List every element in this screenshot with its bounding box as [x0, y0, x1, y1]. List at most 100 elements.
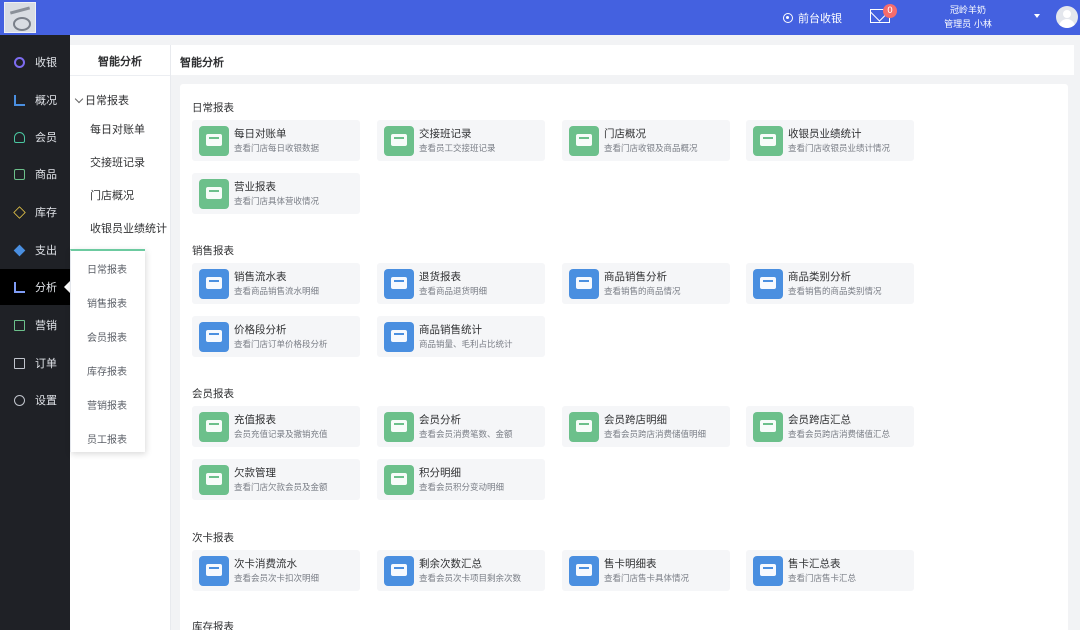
report-title: 欠款管理 — [234, 467, 276, 479]
report-description: 查看门店订单价格段分析 — [234, 340, 328, 350]
report-panel: 日常报表 每日对账单 查看门店每日收银数据 交接班记录 查看员工交接班记录 门店概况 查看门… — [180, 84, 1068, 630]
subnav-group-daily[interactable]: 日常报表 — [74, 92, 129, 108]
sidebar-item-3[interactable]: 商品 — [0, 156, 70, 192]
report-card[interactable]: 每日对账单查看门店每日收银数据 — [192, 120, 360, 161]
report-icon — [384, 465, 414, 495]
sidebar-item-1[interactable]: 概况 — [0, 82, 70, 118]
sidebar-item-label: 库存 — [35, 206, 57, 219]
report-icon — [384, 322, 414, 352]
user-role-name: 管理员 小林 — [944, 20, 992, 30]
popup-item-stock[interactable]: 库存报表 — [87, 363, 127, 378]
report-description: 会员充值记录及撤销充值 — [234, 430, 328, 440]
report-icon — [753, 269, 783, 299]
report-card[interactable]: 会员分析 查看会员消费笔数、金额 — [377, 406, 545, 447]
report-description: 查看会员跨店消费储值汇总 — [788, 430, 891, 440]
report-card[interactable]: 营业报表 查看门店具体营收情况 — [192, 173, 360, 214]
order-icon — [14, 357, 25, 369]
report-card[interactable]: 商品销售统计 商品销量、毛利占比统计 — [377, 316, 545, 357]
report-card[interactable]: 次卡消费流水 查看会员次卡扣次明细 — [192, 550, 360, 591]
report-title: 次卡消费流水 — [234, 558, 297, 570]
report-icon — [199, 556, 229, 586]
divider — [70, 75, 170, 76]
sidebar-item-4[interactable]: 库存 — [0, 194, 70, 230]
subnav-item-daily-statement[interactable]: 每日对账单 — [90, 121, 145, 137]
subnav-item-shift-record[interactable]: 交接班记录 — [90, 154, 145, 170]
report-icon — [753, 556, 783, 586]
report-icon — [753, 412, 783, 442]
store-name: 冠岭羊奶 — [949, 6, 986, 16]
report-title: 会员跨店明细 — [604, 414, 667, 426]
popup-item-marketing[interactable]: 营销报表 — [87, 397, 127, 412]
report-card[interactable]: 商品类别分析 查看销售的商品类别情况 — [746, 263, 914, 304]
subnav-item-store-overview[interactable]: 门店概况 — [90, 187, 134, 203]
report-card[interactable]: 会员跨店汇总查看会员跨店消费储值汇总 — [746, 406, 914, 447]
store-logo[interactable] — [4, 2, 36, 33]
report-icon — [384, 269, 414, 299]
report-icon — [199, 179, 229, 209]
report-icon — [753, 126, 783, 156]
report-card[interactable]: 剩余次数汇总 查看会员次卡项目剩余次数 — [377, 550, 545, 591]
report-description: 查看商品销售流水明细 — [234, 287, 320, 297]
sidebar-item-5[interactable]: 支出 — [0, 232, 70, 268]
popup-item-daily[interactable]: 日常报表 — [87, 261, 127, 276]
report-card[interactable]: 退货报表 查看商品退货明细 — [377, 263, 545, 304]
goods-icon — [14, 168, 25, 180]
report-description: 查看会员积分变动明细 — [419, 483, 505, 493]
report-description: 商品销量、毛利占比统计 — [419, 340, 513, 350]
report-title: 价格段分析 — [234, 324, 287, 336]
report-card[interactable]: 售卡明细表 查看门店售卡具体情况 — [562, 550, 730, 591]
report-title: 每日对账单 — [234, 128, 287, 140]
report-description: 查看门店售卡具体情况 — [604, 574, 690, 584]
report-icon — [569, 556, 599, 586]
sidebar-item-9[interactable]: 设置 — [0, 382, 70, 418]
avatar[interactable] — [1056, 6, 1078, 28]
main-sidebar: 收银概况 会员 商品库存支出分析 营销 订单 设置 — [0, 35, 70, 630]
report-title: 售卡汇总表 — [788, 558, 841, 570]
cashier-label: 前台收银 — [798, 12, 842, 25]
report-card[interactable]: 售卡汇总表 查看门店售卡汇总 — [746, 550, 914, 591]
popup-item-staff[interactable]: 员工报表 — [87, 431, 127, 446]
user-dropdown-caret-icon[interactable] — [1034, 14, 1040, 18]
section-title: 会员报表 — [192, 388, 234, 400]
report-icon — [384, 126, 414, 156]
page-title: 智能分析 — [180, 56, 224, 69]
report-card[interactable]: 门店概况 查看门店收银及商品概况 — [562, 120, 730, 161]
report-card[interactable]: 会员跨店明细 查看会员跨店消费储值明细 — [562, 406, 730, 447]
report-card[interactable]: 销售流水表 查看商品销售流水明细 — [192, 263, 360, 304]
report-icon — [199, 465, 229, 495]
report-card[interactable]: 欠款管理 查看门店欠款会员及金额 — [192, 459, 360, 500]
member-icon — [14, 131, 25, 143]
popup-item-member[interactable]: 会员报表 — [87, 329, 127, 344]
user-info[interactable]: 冠岭羊奶 管理员 小林 — [938, 4, 998, 32]
sidebar-item-label: 收银 — [35, 56, 57, 69]
report-card[interactable]: 积分明细 查看会员积分变动明细 — [377, 459, 545, 500]
report-icon — [384, 556, 414, 586]
main-header: 智能分析 — [171, 45, 1074, 75]
report-description: 查看门店收银员业绩计情况 — [788, 144, 891, 154]
report-description: 查看门店每日收银数据 — [234, 144, 320, 154]
report-card[interactable]: 交接班记录查看员工交接班记录 — [377, 120, 545, 161]
sidebar-item-8[interactable]: 订单 — [0, 345, 70, 381]
sidebar-item-2[interactable]: 会员 — [0, 119, 70, 155]
report-title: 交接班记录 — [419, 128, 472, 140]
sidebar-item-6[interactable]: 分析 — [0, 269, 70, 305]
report-card[interactable]: 收银员业绩统计查看门店收银员业绩计情况 — [746, 120, 914, 161]
subnav-item-cashier-performance[interactable]: 收银员业绩统计 — [90, 220, 167, 236]
front-cashier-button[interactable]: 前台收银 — [783, 10, 842, 26]
report-description: 查看员工交接班记录 — [419, 144, 496, 154]
report-icon — [569, 126, 599, 156]
report-icon — [199, 126, 229, 156]
report-icon — [199, 322, 229, 352]
report-card[interactable]: 充值报表 会员充值记录及撤销充值 — [192, 406, 360, 447]
report-card[interactable]: 商品销售分析 查看销售的商品情况 — [562, 263, 730, 304]
section-title: 库存报表 — [192, 621, 234, 630]
report-title: 收银员业绩统计 — [788, 128, 862, 140]
sidebar-item-7[interactable]: 营销 — [0, 307, 70, 343]
popup-item-sales[interactable]: 销售报表 — [87, 295, 127, 310]
report-title: 会员跨店汇总 — [788, 414, 851, 426]
sidebar-item-0[interactable]: 收银 — [0, 44, 70, 80]
report-card[interactable]: 价格段分析查看门店订单价格段分析 — [192, 316, 360, 357]
report-description: 查看会员次卡项目剩余次数 — [419, 574, 522, 584]
sidebar-item-label: 支出 — [35, 244, 57, 257]
subnav-title: 智能分析 — [98, 55, 142, 68]
